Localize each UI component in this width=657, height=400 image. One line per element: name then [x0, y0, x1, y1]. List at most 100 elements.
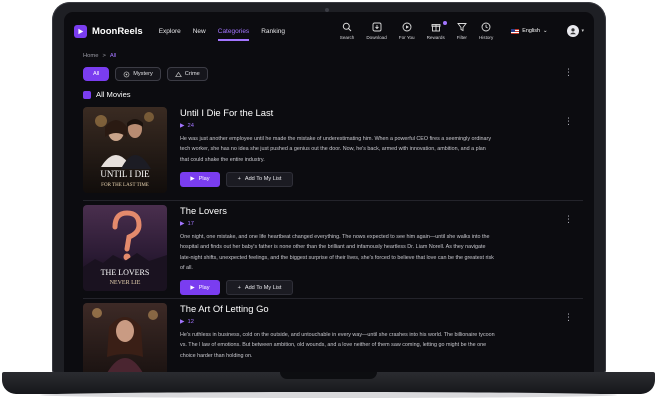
- language-selector[interactable]: English ⌄: [511, 28, 547, 34]
- us-flag-icon: [511, 28, 520, 34]
- filter-label: Filter: [456, 35, 467, 40]
- episode-count-value: 24: [187, 123, 194, 129]
- more-options-icon[interactable]: ⋮: [564, 215, 573, 224]
- movie-description: He's ruthless in business, cold on the o…: [180, 332, 495, 359]
- rewards-label: Rewards: [426, 35, 445, 40]
- movie-info: Until I Die For the Last ▶ 24 He was jus…: [180, 107, 500, 187]
- episode-count-value: 12: [187, 319, 194, 325]
- movie-title[interactable]: The Art Of Letting Go: [180, 303, 500, 314]
- svg-text:NEVER LIE: NEVER LIE: [110, 280, 141, 286]
- poster-image: [83, 303, 167, 372]
- movie-info: The Art Of Letting Go ▶ 12 He's ruthless…: [180, 303, 500, 361]
- user-menu[interactable]: ▾: [559, 25, 584, 37]
- plus-icon: +: [237, 284, 241, 291]
- movie-info: The Lovers ▶ 17 One night, one mistake, …: [180, 205, 500, 296]
- search-button[interactable]: Search: [339, 22, 355, 40]
- filter-chip-all[interactable]: All: [83, 67, 110, 81]
- add-to-list-label: Add To My List: [244, 284, 282, 291]
- crime-icon: [174, 71, 182, 77]
- logo[interactable]: MoonReels: [74, 24, 143, 38]
- more-options-icon[interactable]: ⋮: [564, 68, 573, 77]
- chevron-down-icon: ⌄: [542, 28, 548, 34]
- toolbar: Search Download For You Rewards Filter H…: [339, 21, 584, 40]
- rewards-badge: [442, 21, 447, 25]
- movies-icon: [83, 90, 91, 99]
- breadcrumb-home[interactable]: Home: [83, 53, 98, 59]
- language-label: English: [522, 28, 540, 34]
- movie-poster[interactable]: THE LOVERS NEVER LIE: [83, 205, 167, 291]
- movie-title[interactable]: The Lovers: [180, 205, 500, 216]
- nav-ranking[interactable]: Ranking: [261, 28, 285, 35]
- poster-image: UNTIL I DIE FOR THE LAST TIME: [83, 107, 167, 193]
- movie-actions: ▶ Play + Add To My List: [180, 280, 500, 296]
- download-button[interactable]: Download: [366, 22, 387, 40]
- filter-button[interactable]: Filter: [457, 22, 467, 40]
- app-screen: MoonReels Explore New Categories Ranking…: [64, 12, 594, 372]
- breadcrumb: Home > All: [83, 53, 116, 59]
- movie-item: UNTIL I DIE FOR THE LAST TIME Until I Di…: [83, 107, 583, 197]
- filter-chip-label: Mystery: [133, 71, 153, 77]
- movie-item: The Art Of Letting Go ▶ 12 He's ruthless…: [83, 303, 583, 372]
- filter-chip-crime[interactable]: Crime: [166, 67, 208, 81]
- movie-actions: ▶ Play + Add To My List: [180, 171, 500, 187]
- add-to-list-button[interactable]: + Add To My List: [226, 280, 293, 296]
- filter-chip-label: All: [93, 71, 100, 77]
- avatar: [567, 25, 580, 37]
- user-icon: [570, 28, 577, 35]
- episode-count: ▶ 24: [180, 123, 500, 129]
- avatar-caret-icon: ▾: [581, 28, 584, 34]
- filter-chips: All Mystery Crime: [83, 67, 208, 81]
- episodes-icon: ▶: [180, 319, 185, 325]
- movie-title[interactable]: Until I Die For the Last: [180, 107, 500, 118]
- play-button[interactable]: ▶ Play: [180, 171, 220, 187]
- movie-poster[interactable]: [83, 303, 167, 372]
- download-label: Download: [366, 35, 387, 40]
- episode-count-value: 17: [187, 221, 194, 227]
- play-icon: ▶: [190, 176, 195, 183]
- filter-chip-mystery[interactable]: Mystery: [115, 67, 161, 81]
- more-options-icon[interactable]: ⋮: [564, 313, 573, 322]
- mystery-icon: [123, 71, 130, 77]
- movie-item: THE LOVERS NEVER LIE The Lovers ▶ 17 One…: [83, 205, 583, 296]
- svg-text:THE LOVERS: THE LOVERS: [101, 268, 150, 277]
- section-title-label: All Movies: [96, 90, 131, 99]
- filter-icon: [456, 23, 467, 32]
- nav-new[interactable]: New: [193, 28, 206, 35]
- nav-explore[interactable]: Explore: [159, 28, 181, 35]
- episodes-icon: ▶: [180, 221, 185, 227]
- download-icon: [372, 22, 381, 32]
- divider: [83, 298, 583, 299]
- for-you-button[interactable]: For You: [399, 22, 415, 40]
- play-icon: ▶: [190, 284, 195, 291]
- section-title: All Movies: [83, 90, 131, 99]
- breadcrumb-separator: >: [102, 53, 106, 59]
- breadcrumb-current: All: [109, 53, 117, 59]
- nav-categories[interactable]: Categories: [217, 28, 250, 41]
- movie-description: He was just another employee until he ma…: [180, 136, 492, 163]
- episodes-icon: ▶: [180, 123, 185, 129]
- poster-image: THE LOVERS NEVER LIE: [83, 205, 167, 291]
- episode-count: ▶ 12: [180, 319, 500, 325]
- svg-text:FOR THE LAST TIME: FOR THE LAST TIME: [101, 183, 149, 188]
- plus-icon: +: [237, 176, 241, 183]
- laptop-shadow: [40, 392, 617, 398]
- play-button[interactable]: ▶ Play: [180, 280, 220, 296]
- movie-poster[interactable]: UNTIL I DIE FOR THE LAST TIME: [83, 107, 167, 193]
- logo-icon: [74, 24, 87, 38]
- rewards-button[interactable]: Rewards: [426, 21, 447, 40]
- history-button[interactable]: History: [479, 22, 493, 40]
- history-label: History: [478, 35, 494, 40]
- more-options-icon[interactable]: ⋮: [564, 117, 573, 126]
- gift-icon: [431, 24, 441, 32]
- play-button-label: Play: [198, 284, 210, 291]
- top-nav: MoonReels Explore New Categories Ranking…: [64, 12, 594, 50]
- add-to-list-label: Add To My List: [244, 176, 282, 183]
- divider: [83, 200, 583, 201]
- search-label: Search: [339, 35, 355, 40]
- for-you-label: For You: [398, 35, 415, 40]
- search-icon: [342, 22, 352, 32]
- add-to-list-button[interactable]: + Add To My List: [226, 171, 293, 187]
- movie-description: One night, one mistake, and one life hea…: [180, 234, 494, 271]
- episode-count: ▶ 17: [180, 221, 500, 227]
- svg-text:UNTIL I DIE: UNTIL I DIE: [100, 169, 150, 179]
